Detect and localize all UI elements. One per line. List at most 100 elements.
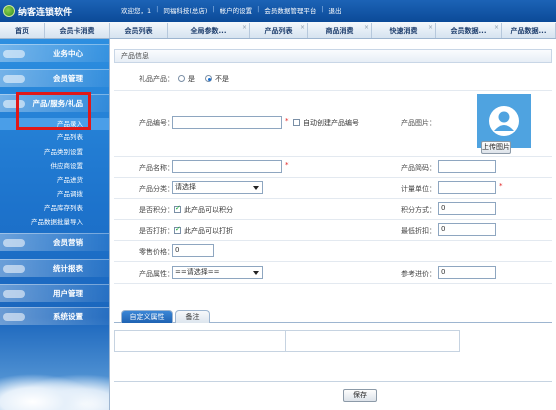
tab-label: 会员数据... [450, 26, 487, 35]
discount-checkbox[interactable] [174, 225, 181, 234]
form-row-gift: 礼品产品： 是 不是 [114, 67, 552, 91]
gift-yes-radio[interactable] [178, 75, 185, 82]
close-icon[interactable]: × [364, 24, 369, 31]
attribute-select[interactable]: ==请选择== [172, 266, 263, 279]
separator: | [212, 5, 215, 13]
category-select[interactable]: 请选择 [172, 181, 263, 194]
form-row-discount: 是否打折： 此产品可以打折 最低折扣： 0 [114, 220, 552, 241]
save-button[interactable]: 保存 [343, 389, 377, 402]
app-name: 纳客连锁软件 [18, 7, 73, 18]
form-row-category: 产品分类： 请选择 计量单位： * [114, 178, 552, 199]
ref-price-input[interactable]: 0 [438, 266, 496, 279]
sidebar-item-category-settings[interactable]: 产品类别设置 [0, 146, 109, 158]
product-image-placeholder [477, 94, 531, 148]
product-code-input[interactable] [172, 116, 282, 129]
chevron-down-icon [253, 271, 259, 275]
auto-code-label: 自动创建产品编号 [303, 119, 359, 127]
top-bar: 纳客连锁软件 欢迎您，1 | 同福科技(总店) | 帐户的设置 | 会员数据管理… [0, 0, 556, 22]
sidebar-item-stock-list[interactable]: 产品库存列表 [0, 202, 109, 214]
tab-custom-attributes[interactable]: 自定义属性 [121, 310, 173, 323]
separator: | [156, 5, 159, 13]
tab-global-params[interactable]: 全局参数... × [168, 23, 250, 38]
gift-yes-label: 是 [188, 75, 195, 83]
discount-label: 是否打折： [139, 227, 174, 235]
product-abbr-input[interactable] [438, 160, 496, 173]
category-label: 产品分类： [139, 185, 174, 193]
tab-member-data[interactable]: 会员数据... × [436, 23, 502, 38]
sidebar-header-users[interactable]: 用户管理 [0, 284, 109, 302]
min-discount-label: 最低折扣： [401, 227, 436, 235]
form-row-attribute: 产品属性： ==请选择== 参考进价： 0 [114, 262, 552, 284]
sidebar-header-reports[interactable]: 统计报表 [0, 259, 109, 277]
form-row-price: 零售价格： 0 [114, 241, 552, 262]
form-row-code: 产品编号： * 自动创建产品编号 产品图片： 上传图片 [114, 91, 552, 157]
separator: | [257, 5, 260, 13]
tab-label: 会员列表 [124, 26, 153, 35]
tab-quick-consume[interactable]: 快速消费 × [372, 23, 436, 38]
sidebar-item-product-transfer[interactable]: 产品调拨 [0, 188, 109, 200]
points-checkbox[interactable] [174, 204, 181, 213]
welcome-text: 欢迎您，1 [121, 7, 152, 15]
gift-no-radio[interactable] [205, 75, 212, 82]
required-marker: * [499, 182, 503, 190]
app-logo: 纳客连锁软件 [3, 3, 72, 19]
tab-remarks[interactable]: 备注 [175, 310, 210, 323]
name-label: 产品名称： [139, 164, 174, 172]
sidebar-item-supplier-settings[interactable]: 供应商设置 [0, 160, 109, 172]
unit-input[interactable] [438, 181, 496, 194]
sidebar-item-product-list[interactable]: 产品列表 [0, 131, 109, 143]
attribute-label: 产品属性： [139, 270, 174, 278]
gift-label: 礼品产品： [139, 75, 174, 83]
tab-label: 会员卡消费 [59, 26, 95, 35]
product-name-input[interactable] [172, 160, 282, 173]
chevron-down-icon [253, 186, 259, 190]
annotation-highlight-box [16, 92, 91, 130]
custom-attributes-grid [114, 330, 460, 352]
unit-label: 计量单位： [401, 185, 436, 193]
form-row-points: 是否积分： 此产品可以积分 积分方式： 0 [114, 199, 552, 220]
ref-price-label: 参考进价： [401, 270, 436, 278]
store-link[interactable]: 同福科技(总店) [163, 5, 207, 15]
grid-cell [286, 331, 461, 351]
tab-bar: 首页 会员卡消费 会员列表 全局参数... × 产品列表 × 商品消费 × 快速消费 ×… [0, 22, 556, 39]
tab-home[interactable]: 首页 [0, 23, 45, 38]
sidebar-item-product-purchase[interactable]: 产品进货 [0, 174, 109, 186]
tab-label: 产品列表 [264, 26, 293, 35]
retail-price-input[interactable]: 0 [172, 244, 214, 257]
abbr-label: 产品简码： [401, 164, 436, 172]
tab-product-data[interactable]: 产品数据... [502, 23, 556, 38]
tab-member-list[interactable]: 会员列表 [110, 23, 168, 38]
tab-goods-consume[interactable]: 商品消费 × [308, 23, 372, 38]
tab-product-list[interactable]: 产品列表 × [250, 23, 308, 38]
discount-check-label: 此产品可以打折 [184, 227, 233, 235]
upload-image-button[interactable]: 上传图片 [481, 141, 511, 154]
sidebar-header-system[interactable]: 系统设置 [0, 307, 109, 325]
tab-label: 商品消费 [325, 26, 354, 35]
points-check-label: 此产品可以积分 [184, 206, 233, 214]
data-platform-link[interactable]: 会员数据管理平台 [264, 5, 316, 15]
price-label: 零售价格： [139, 248, 174, 256]
separator: | [321, 5, 324, 13]
category-select-value: 请选择 [175, 183, 196, 191]
attribute-select-value: ==请选择== [175, 268, 220, 276]
tab-label: 全局参数... [190, 26, 227, 35]
points-mode-label: 积分方式： [401, 206, 436, 214]
tab-card-consume[interactable]: 会员卡消费 [45, 23, 110, 38]
sidebar-header-marketing[interactable]: 会员营销 [0, 233, 109, 251]
sidebar-header-member[interactable]: 会员管理 [0, 69, 109, 87]
close-icon[interactable]: × [428, 24, 433, 31]
close-icon[interactable]: × [242, 24, 247, 31]
form-footer: 保存 [114, 381, 552, 410]
auto-code-checkbox[interactable] [293, 119, 300, 126]
top-links: 欢迎您，1 | 同福科技(总店) | 帐户的设置 | 会员数据管理平台 | 退出 [121, 5, 342, 15]
close-icon[interactable]: × [300, 24, 305, 31]
logout-link[interactable]: 退出 [329, 5, 342, 15]
sidebar-item-batch-import[interactable]: 产品数据批量导入 [0, 216, 109, 228]
min-discount-input[interactable]: 0 [438, 223, 496, 236]
sidebar-header-business[interactable]: 业务中心 [0, 44, 109, 62]
panel-title: 产品信息 [114, 49, 552, 63]
points-mode-input[interactable]: 0 [438, 202, 496, 215]
close-icon[interactable]: × [494, 24, 499, 31]
account-settings-link[interactable]: 帐户的设置 [220, 5, 253, 15]
tab-label: 产品数据... [510, 26, 547, 35]
